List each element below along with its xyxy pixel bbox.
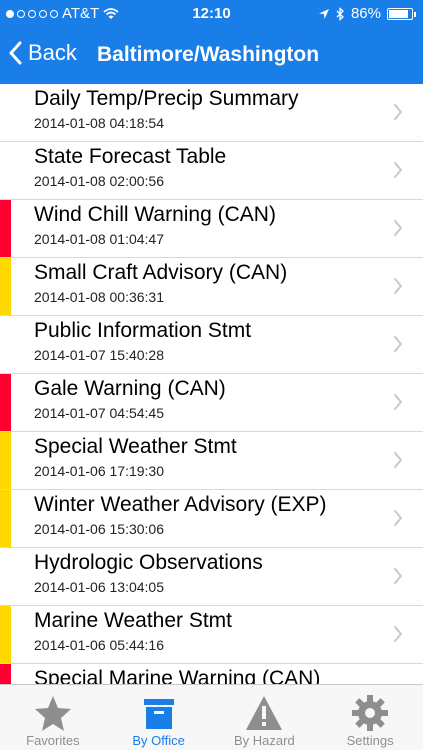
list-item-date: 2014-01-06 15:30:06 [34, 521, 164, 537]
list-item-title: Winter Weather Advisory (EXP) [34, 493, 327, 516]
list-item-title: Special Weather Stmt [34, 435, 237, 458]
list-item-date: 2014-01-08 01:04:47 [34, 231, 164, 247]
list-item[interactable]: State Forecast Table 2014-01-08 02:00:56 [0, 142, 423, 200]
bluetooth-icon [336, 6, 344, 21]
severity-indicator [0, 664, 11, 684]
list-item-title: Daily Temp/Precip Summary [34, 87, 299, 110]
severity-indicator [0, 432, 11, 489]
list-item[interactable]: Daily Temp/Precip Summary 2014-01-08 04:1… [0, 84, 423, 142]
list-item-title: Wind Chill Warning (CAN) [34, 203, 276, 226]
tab-bar: Favorites By Office By Hazard Settings [0, 684, 423, 750]
tab-label: Favorites [26, 733, 80, 748]
list-item[interactable]: Special Marine Warning (CAN) [0, 664, 423, 684]
list-item-date: 2014-01-07 15:40:28 [34, 347, 164, 363]
list-item[interactable]: Gale Warning (CAN) 2014-01-07 04:54:45 [0, 374, 423, 432]
chevron-right-icon [394, 278, 402, 294]
product-list[interactable]: Daily Temp/Precip Summary 2014-01-08 04:1… [0, 84, 423, 684]
warning-icon [246, 696, 283, 730]
star-icon [34, 696, 71, 731]
list-item[interactable]: Public Information Stmt 2014-01-07 15:40:… [0, 316, 423, 374]
tab-by-office[interactable]: By Office [106, 685, 212, 750]
inbox-icon [143, 699, 174, 729]
list-item-title: Small Craft Advisory (CAN) [34, 261, 288, 284]
tab-label: Settings [346, 733, 394, 748]
list-item-date: 2014-01-08 04:18:54 [34, 115, 164, 131]
battery-icon [387, 7, 416, 20]
status-right: 86% [318, 5, 416, 22]
gear-icon [352, 695, 389, 731]
list-item-date: 2014-01-06 05:44:16 [34, 637, 164, 653]
tab-label: By Hazard [234, 733, 295, 748]
list-item-title: Public Information Stmt [34, 319, 252, 342]
list-item[interactable]: Small Craft Advisory (CAN) 2014-01-08 00:… [0, 258, 423, 316]
chevron-right-icon [394, 626, 402, 642]
severity-indicator [0, 606, 11, 663]
tab-favorites[interactable]: Favorites [0, 685, 106, 750]
chevron-right-icon [394, 394, 402, 410]
severity-indicator [0, 258, 11, 315]
chevron-right-icon [394, 568, 402, 584]
list-item-title: Hydrologic Observations [34, 551, 263, 574]
page-title: Baltimore/Washington [97, 43, 320, 66]
chevron-right-icon [394, 452, 402, 468]
list-item-date: 2014-01-06 13:04:05 [34, 579, 164, 595]
list-item-title: Marine Weather Stmt [34, 609, 233, 632]
location-arrow-icon [318, 8, 329, 19]
list-item-title: State Forecast Table [34, 145, 227, 168]
chevron-right-icon [394, 104, 402, 120]
list-item[interactable]: Marine Weather Stmt 2014-01-06 05:44:16 [0, 606, 423, 664]
list-item[interactable]: Special Weather Stmt 2014-01-06 17:19:30 [0, 432, 423, 490]
list-item-date: 2014-01-08 02:00:56 [34, 173, 164, 189]
chevron-right-icon [394, 336, 402, 352]
list-item-title: Special Marine Warning (CAN) [34, 667, 321, 684]
back-button[interactable]: Back [8, 40, 77, 66]
list-item-date: 2014-01-06 17:19:30 [34, 463, 164, 479]
tab-settings[interactable]: Settings [317, 685, 423, 750]
list-item-date: 2014-01-07 04:54:45 [34, 405, 164, 421]
list-item-title: Gale Warning (CAN) [34, 377, 226, 400]
battery-percent: 86% [350, 5, 381, 22]
list-item-date: 2014-01-08 00:36:31 [34, 289, 164, 305]
list-item[interactable]: Winter Weather Advisory (EXP) 2014-01-06 … [0, 490, 423, 548]
severity-indicator [0, 374, 11, 431]
tab-label: By Office [132, 733, 185, 748]
chevron-right-icon [394, 162, 402, 178]
tab-by-hazard[interactable]: By Hazard [212, 685, 318, 750]
back-label: Back [28, 40, 77, 65]
severity-indicator [0, 490, 11, 547]
navigation-bar: Back Baltimore/Washington [0, 28, 423, 84]
list-item[interactable]: Wind Chill Warning (CAN) 2014-01-08 01:04… [0, 200, 423, 258]
chevron-left-icon [9, 41, 22, 65]
severity-indicator [0, 200, 11, 257]
list-item[interactable]: Hydrologic Observations 2014-01-06 13:04:… [0, 548, 423, 606]
chevron-right-icon [394, 510, 402, 526]
chevron-right-icon [394, 220, 402, 236]
status-bar: AT&T 12:10 86% [0, 0, 423, 28]
